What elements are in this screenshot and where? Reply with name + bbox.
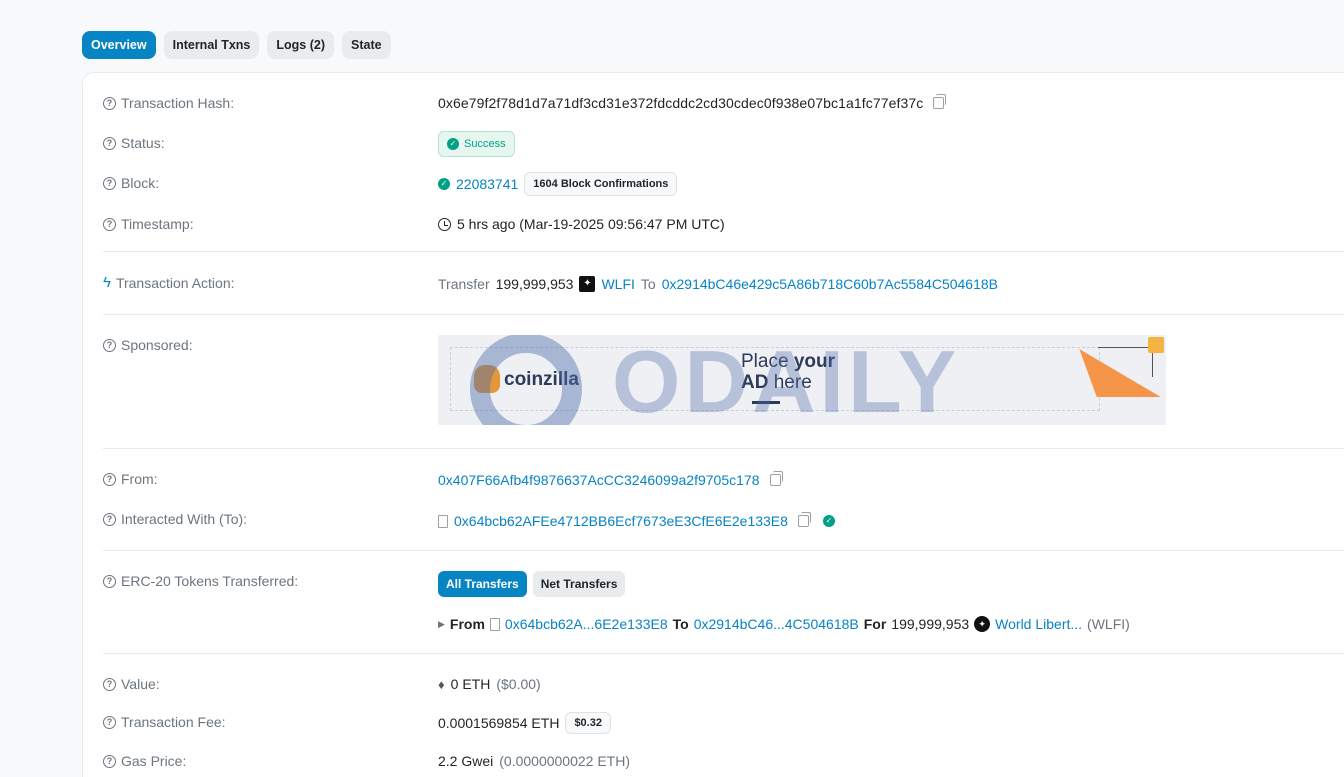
sponsored-label: ? Sponsored: xyxy=(103,337,193,353)
help-icon[interactable]: ? xyxy=(103,715,116,729)
ad-flag-icon xyxy=(1148,337,1164,353)
watermark-logo-ring xyxy=(470,335,582,425)
contract-file-icon xyxy=(489,617,500,631)
help-icon[interactable]: ? xyxy=(103,472,116,486)
help-icon[interactable]: ? xyxy=(103,96,116,110)
wlfi-token-link[interactable]: WLFI xyxy=(601,276,634,292)
caret-right-icon[interactable]: ▶ xyxy=(438,619,445,630)
ethereum-icon: ♦ xyxy=(438,676,445,692)
copy-icon[interactable] xyxy=(797,512,811,527)
lightning-icon: ϟ xyxy=(103,274,111,291)
help-icon[interactable]: ? xyxy=(103,176,116,190)
copy-icon[interactable] xyxy=(933,94,947,109)
tab-logs[interactable]: Logs (2) xyxy=(267,31,334,59)
fee-usd-badge: $0.32 xyxy=(565,712,611,734)
divider xyxy=(103,448,1344,449)
sponsored-ad-banner[interactable]: coinzilla Place your AD here ODAILY xyxy=(438,335,1166,425)
gas-price-value: 2.2 Gwei (0.0000000022 ETH) xyxy=(438,753,631,769)
tab-state[interactable]: State xyxy=(342,31,391,59)
confirmations-badge: 1604 Block Confirmations xyxy=(524,172,678,196)
fee-label: ? Transaction Fee: xyxy=(103,714,226,730)
hash-value: 0x6e79f2f78d1d7a71df3cd31e372fdcddc2cd30… xyxy=(438,94,947,111)
interacted-value: 0x64bcb62AFEe4712BB6Ecf7673eE3CfE6E2e133… xyxy=(438,512,835,529)
help-icon[interactable]: ? xyxy=(103,512,116,526)
interacted-address-link[interactable]: 0x64bcb62AFEe4712BB6Ecf7673eE3CfE6E2e133… xyxy=(454,513,788,529)
help-icon[interactable]: ? xyxy=(103,574,116,588)
interacted-label: ? Interacted With (To): xyxy=(103,511,247,527)
check-circle-icon: ✓ xyxy=(447,138,459,150)
tab-overview[interactable]: Overview xyxy=(82,31,156,59)
action-to-address-link[interactable]: 0x2914bC46e429c5A86b718C60b7Ac5584C50461… xyxy=(662,276,998,292)
from-label: ? From: xyxy=(103,471,158,487)
divider xyxy=(103,251,1344,252)
wlfi-token-icon: ✦ xyxy=(579,276,596,292)
block-label: ? Block: xyxy=(103,175,159,191)
wlfi-token-icon: ✦ xyxy=(974,616,991,632)
status-value: ✓ Success xyxy=(438,131,515,157)
transaction-hash: 0x6e79f2f78d1d7a71df3cd31e372fdcddc2cd30… xyxy=(438,95,924,111)
help-icon[interactable]: ? xyxy=(103,677,116,691)
tab-internal-txns[interactable]: Internal Txns xyxy=(163,31,260,59)
hash-label: ? Transaction Hash: xyxy=(103,95,234,111)
token-transfer-row: ▶ From 0x64bcb62A...6E2e133E8 To 0x2914b… xyxy=(438,616,1130,632)
check-circle-icon: ✓ xyxy=(438,178,450,190)
timestamp-label: ? Timestamp: xyxy=(103,216,194,232)
net-transfers-button[interactable]: Net Transfers xyxy=(532,571,626,597)
help-icon[interactable]: ? xyxy=(103,754,116,768)
status-badge: ✓ Success xyxy=(438,131,515,157)
erc20-label: ? ERC-20 Tokens Transferred: xyxy=(103,573,298,589)
transfer-to-link[interactable]: 0x2914bC46...4C504618B xyxy=(694,616,859,632)
copy-icon[interactable] xyxy=(769,471,783,486)
tab-bar: Overview Internal Txns Logs (2) State xyxy=(82,31,391,59)
status-label: ? Status: xyxy=(103,135,165,151)
odaily-watermark: ODAILY xyxy=(612,335,961,425)
token-name-link[interactable]: World Libert... xyxy=(995,616,1082,632)
gas-price-label: ? Gas Price: xyxy=(103,753,186,769)
block-number-link[interactable]: 22083741 xyxy=(456,176,518,192)
action-value: Transfer 199,999,953 ✦ WLFI To 0x2914bC4… xyxy=(438,276,999,292)
value-label: ? Value: xyxy=(103,676,160,692)
help-icon[interactable]: ? xyxy=(103,217,116,231)
verified-check-icon: ✓ xyxy=(822,515,835,527)
fee-value: 0.0001569854 ETH $0.32 xyxy=(438,712,611,734)
from-address-link[interactable]: 0x407F66Afb4f9876637AcCC3246099a2f9705c1… xyxy=(438,472,760,488)
ad-line xyxy=(1098,347,1153,348)
value-value: ♦ 0 ETH ($0.00) xyxy=(438,676,541,692)
help-icon[interactable]: ? xyxy=(103,136,116,150)
divider xyxy=(103,314,1344,315)
transfer-from-link[interactable]: 0x64bcb62A...6E2e133E8 xyxy=(505,616,668,632)
timestamp-value: 5 hrs ago (Mar-19-2025 09:56:47 PM UTC) xyxy=(438,216,725,232)
divider xyxy=(103,653,1344,654)
divider xyxy=(103,550,1344,551)
from-value: 0x407F66Afb4f9876637AcCC3246099a2f9705c1… xyxy=(438,471,783,488)
all-transfers-button[interactable]: All Transfers xyxy=(438,571,527,597)
help-icon[interactable]: ? xyxy=(103,338,116,352)
clock-icon xyxy=(438,217,451,231)
contract-file-icon xyxy=(438,514,448,528)
transfer-filter-buttons: All Transfers Net Transfers xyxy=(438,571,626,597)
transaction-details-card: ? Transaction Hash: 0x6e79f2f78d1d7a71df… xyxy=(82,72,1344,777)
block-value: ✓ 22083741 1604 Block Confirmations xyxy=(438,172,678,196)
action-label: ϟ Transaction Action: xyxy=(103,274,235,291)
